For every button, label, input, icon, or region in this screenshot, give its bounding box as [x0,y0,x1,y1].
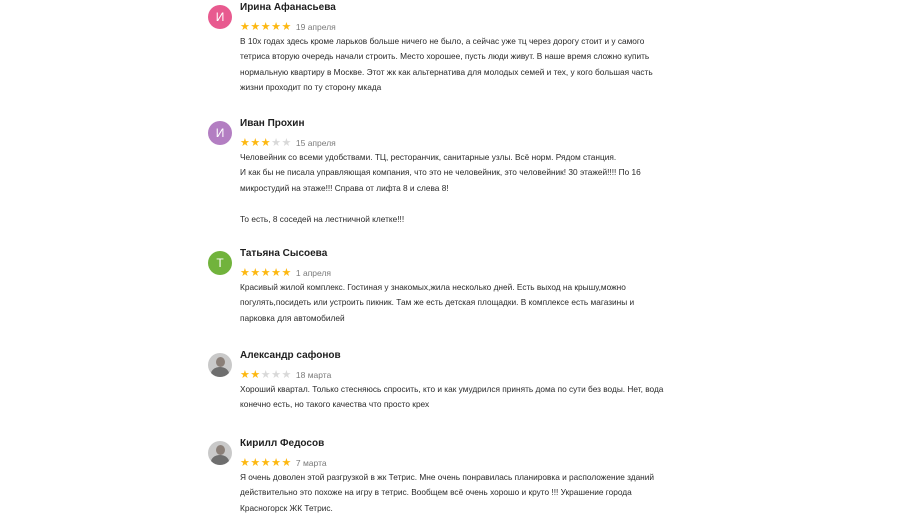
review-text-line: конечно есть, но такого качества что про… [240,399,430,410]
star-icon: ★ [240,368,251,381]
avatar[interactable]: И [208,121,232,145]
review-text-line: Красивый жилой комплекс. Гостиная у знак… [240,282,626,292]
star-icon: ★ [250,20,261,33]
rating-stars: ★★★★★ [240,137,292,149]
review-text: Человейник со всеми удобствами. ТЦ, рест… [240,150,724,227]
avatar-photo-shoulders [211,455,229,465]
review-text-line: Человейник со всеми удобствами. ТЦ, рест… [240,152,617,162]
review-author[interactable]: Кирилл Федосов [240,438,324,449]
rating-stars: ★★★★★ [240,21,292,33]
rating-stars: ★★★★★ [240,267,292,279]
review-text-line: жизни проходит по ту сторону мкада [240,82,382,93]
review-author[interactable]: Ирина Афанасьева [240,2,336,13]
review-meta: ★★★★★ 18 марта [240,366,332,381]
star-icon: ★ [240,266,251,279]
star-icon: ★ [260,456,272,469]
review-date: 7 марта [295,457,327,468]
avatar[interactable]: И [208,5,232,29]
star-icon: ★ [271,20,282,33]
review-text: В 10х годах здесь кроме ларьков больше н… [240,34,724,96]
review-meta: ★★★★★ 15 апреля [240,134,336,149]
star-icon: ★ [240,456,251,469]
star-icon: ★ [260,368,272,381]
rating-stars: ★★★★★ [240,457,292,469]
review-text-line: погулять,посидеть или устроить пикник. Т… [240,297,635,308]
review-text: Красивый жилой комплекс. Гостиная у знак… [240,280,724,326]
star-icon: ★ [271,266,282,279]
avatar-photo-icon [216,357,225,367]
avatar-photo-shoulders [211,367,229,377]
review-author[interactable]: Иван Прохин [240,118,305,129]
review-text-line: действительно это похоже на игру в тетри… [240,487,632,498]
star-icon: ★ [271,136,282,149]
review-text: Хороший квартал. Только стесняюсь спроси… [240,382,724,413]
star-icon: ★ [281,368,292,381]
rating-stars: ★★★★★ [240,369,292,381]
review-author[interactable]: Александр сафонов [240,350,341,361]
review-text-line: Хороший квартал. Только стесняюсь спроси… [240,384,664,394]
star-icon: ★ [281,456,292,469]
review-text-line: То есть, 8 соседей на лестничной клетке!… [240,213,405,224]
star-icon: ★ [250,266,261,279]
review-date: 1 апреля [295,267,332,278]
star-icon: ★ [271,456,282,469]
review-text: Я очень доволен этой разгрузкой в жк Тет… [240,470,724,516]
star-icon: ★ [271,368,282,381]
reviews-list: И Ирина Афанасьева ★★★★★ 19 апреля В 10х год… [0,0,917,516]
review-text-line: микростудий на этаже!!! Справа от лифта … [240,182,449,193]
review-meta: ★★★★★ 1 апреля [240,264,332,279]
star-icon: ★ [260,266,272,279]
review-author[interactable]: Татьяна Сысоева [240,248,327,259]
star-icon: ★ [250,368,261,381]
star-icon: ★ [240,136,251,149]
review-meta: ★★★★★ 7 марта [240,454,327,469]
avatar[interactable]: Т [208,251,232,275]
star-icon: ★ [281,266,292,279]
star-icon: ★ [281,20,292,33]
review-text-line: тетриса вторую очередь начали строить. М… [240,51,650,62]
review-date: 19 апреля [295,21,336,32]
star-icon: ★ [260,136,272,149]
avatar[interactable] [208,441,232,465]
review-text-line: нормальную квартиру в Москве. Этот жк ка… [240,66,653,77]
avatar-photo-icon [216,445,225,455]
review-meta: ★★★★★ 19 апреля [240,18,336,33]
star-icon: ★ [281,136,292,149]
star-icon: ★ [250,136,261,149]
review-text-line: В 10х годах здесь кроме ларьков больше н… [240,36,645,46]
star-icon: ★ [240,20,251,33]
review-text-line [240,196,724,211]
review-text-line: Я очень доволен этой разгрузкой в жк Тет… [240,472,655,482]
review-date: 18 марта [295,369,332,380]
review-text-line: парковка для автомобилей [240,312,345,323]
review-date: 15 апреля [295,137,336,148]
review-text-line: И как бы не писала управляющая компания,… [240,167,641,178]
avatar[interactable] [208,353,232,377]
star-icon: ★ [250,456,261,469]
star-icon: ★ [260,20,272,33]
review-text-line: Красногорск ЖК Тетрис. [240,502,333,513]
